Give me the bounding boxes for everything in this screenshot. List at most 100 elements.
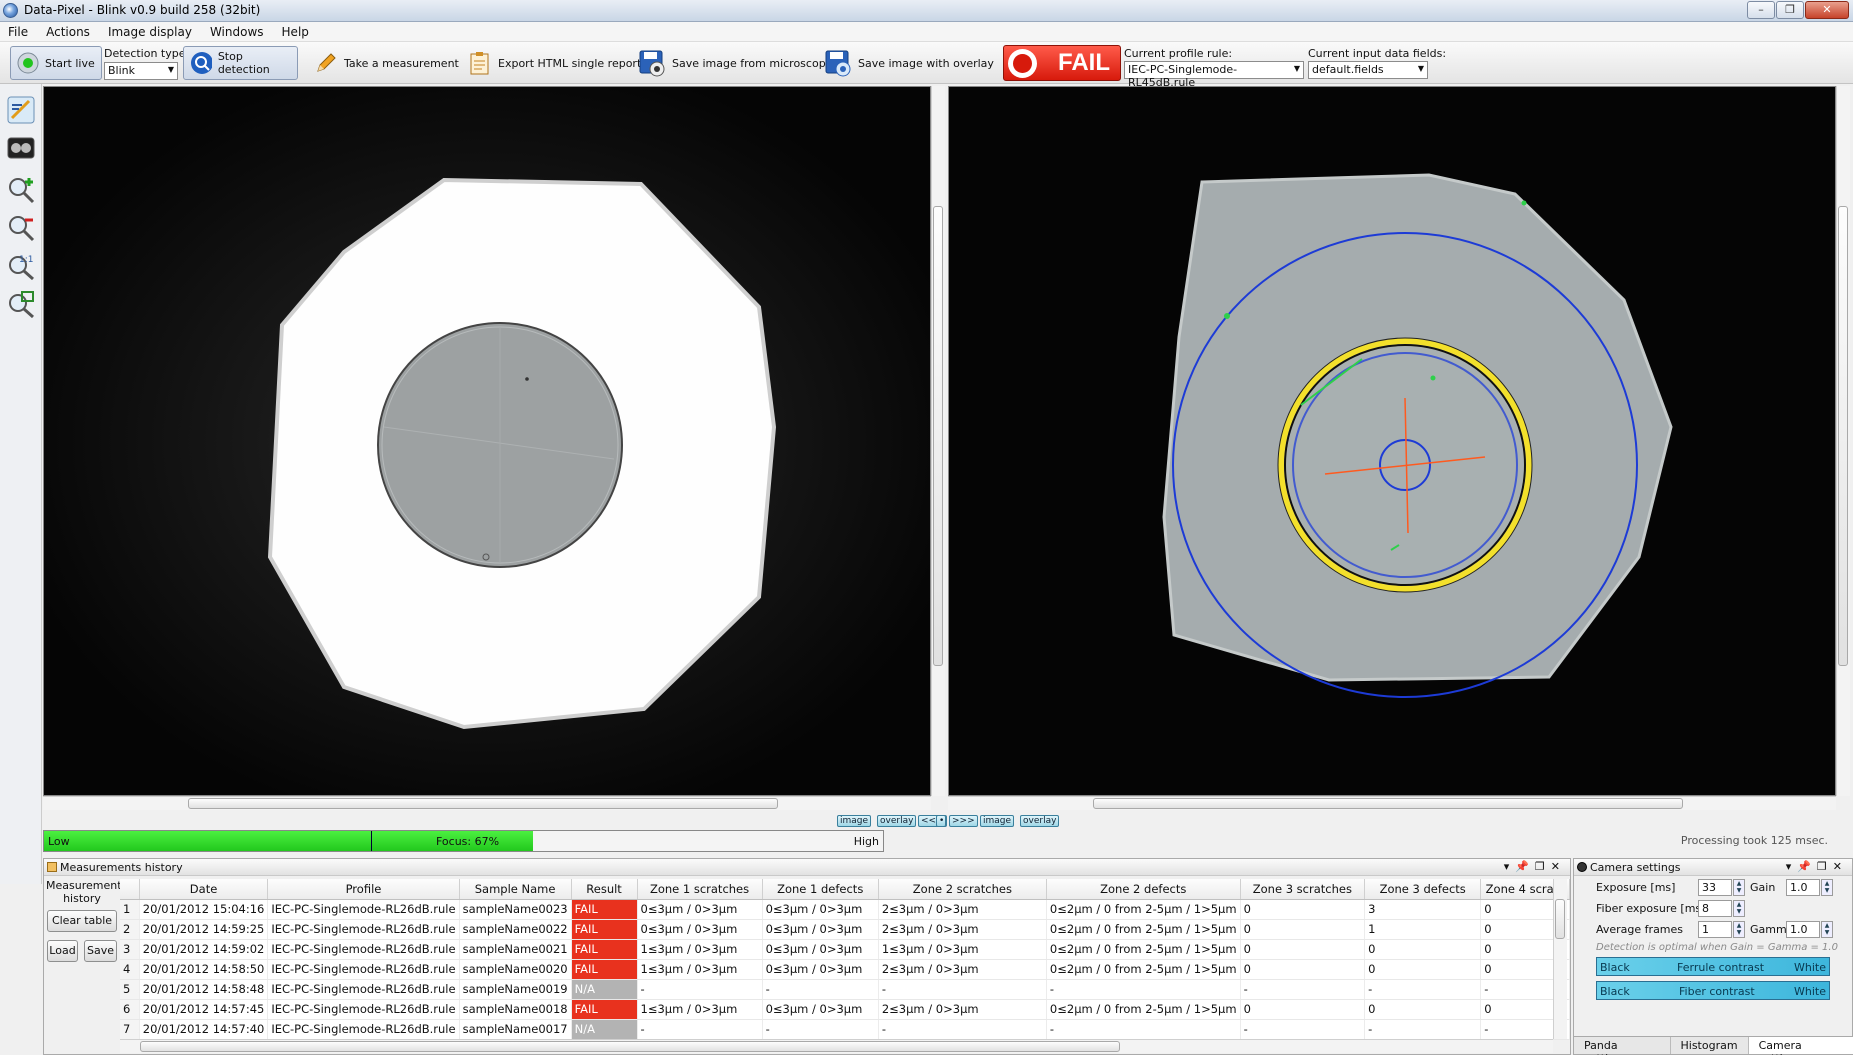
column-header[interactable]: Zone 1 scratches — [637, 879, 763, 900]
menu-file[interactable]: File — [0, 22, 38, 41]
table-cell: - — [762, 979, 879, 1000]
column-header[interactable]: Zone 2 defects — [1046, 879, 1241, 900]
minimize-button[interactable]: – — [1747, 1, 1775, 19]
search-stop-icon — [191, 52, 212, 74]
table-row[interactable]: 5 20/01/2012 14:58:48 IEC-PC-Singlemode-RL… — [120, 979, 1570, 1000]
right-vertical-scrollbar[interactable] — [1836, 86, 1850, 796]
gain-input[interactable]: 1.0 ▲ ▼ — [1786, 879, 1833, 896]
table-row[interactable]: 4 20/01/2012 14:58:50 IEC-PC-Singlemode-RL… — [120, 959, 1570, 980]
overlay-image-panel[interactable] — [948, 86, 1836, 796]
focus-value-label: Focus: 67% — [436, 835, 500, 848]
result-fail-indicator: FAIL — [1003, 45, 1121, 81]
processing-time: Processing took 125 msec. — [1680, 834, 1828, 847]
save-overlay-button[interactable]: Save image with overlay — [824, 46, 994, 80]
table-cell: 2≤3µm / 0>3µm — [878, 999, 1047, 1020]
pane-controls[interactable]: ▾📌❐✕ — [1504, 860, 1566, 873]
result-cell: FAIL — [571, 939, 638, 960]
spinner-arrows-icon[interactable]: ▲ ▼ — [1733, 921, 1745, 938]
pane-controls[interactable]: ▾📌❐✕ — [1786, 860, 1848, 873]
left-vertical-scrollbar[interactable] — [931, 86, 945, 796]
history-table[interactable]: Date Profile Sample Name Result Zone 1 s… — [120, 879, 1570, 1040]
menu-image-display[interactable]: Image display — [100, 22, 202, 41]
left-overlay-toggle[interactable]: overlay — [877, 815, 917, 827]
scroll-thumb[interactable] — [188, 798, 778, 809]
zoom-fit-icon[interactable] — [7, 290, 35, 318]
scroll-thumb[interactable] — [933, 206, 943, 666]
average-frames-input[interactable]: 1 ▲ ▼ — [1698, 921, 1745, 938]
save-microscope-button[interactable]: Save image from microscope — [638, 46, 832, 80]
row-number: 1 — [120, 899, 140, 920]
history-horizontal-scrollbar[interactable] — [120, 1039, 1553, 1053]
start-live-button[interactable]: Start live — [10, 46, 102, 80]
column-header[interactable]: Zone 3 scratches — [1240, 879, 1366, 900]
column-header[interactable]: Zone 3 defects — [1364, 879, 1482, 900]
fiber-exposure-input[interactable]: 8 ▲ ▼ — [1698, 900, 1745, 917]
live-image-panel[interactable] — [43, 86, 931, 796]
toolbar: Start live Detection type: Blink ▼ Stop … — [0, 42, 1853, 89]
scroll-thumb[interactable] — [1838, 206, 1848, 666]
tab-panda-settings[interactable]: Panda settings — [1574, 1037, 1671, 1055]
close-button[interactable]: ✕ — [1805, 1, 1849, 19]
right-overlay-toggle[interactable]: overlay — [1020, 815, 1060, 827]
gamma-input[interactable]: 1.0 ▲ ▼ — [1786, 921, 1833, 938]
left-horizontal-scrollbar[interactable] — [43, 796, 931, 810]
menu-windows[interactable]: Windows — [202, 22, 274, 41]
maximize-button[interactable]: ❐ — [1776, 1, 1804, 19]
table-row[interactable]: 7 20/01/2012 14:57:40 IEC-PC-Singlemode-RL… — [120, 1019, 1570, 1040]
column-header[interactable]: Zone 1 defects — [762, 879, 879, 900]
column-header[interactable]: Sample Name — [459, 879, 572, 900]
column-header[interactable]: Date — [139, 879, 269, 900]
ferrule-contrast-slider[interactable]: Black Ferrule contrast White — [1596, 957, 1830, 976]
stop-detection-button[interactable]: Stop detection — [183, 46, 298, 80]
table-row[interactable]: 2 20/01/2012 14:59:25 IEC-PC-Singlemode-RL… — [120, 919, 1570, 940]
zoom-out-icon[interactable] — [7, 214, 35, 242]
left-image-toggle[interactable]: image — [837, 815, 872, 827]
table-cell: 0≤2µm / 0 from 2-5µm / 1>5µm — [1046, 939, 1241, 960]
table-cell: 0≤3µm / 0>3µm — [762, 939, 879, 960]
result-text: FAIL — [1058, 49, 1110, 76]
next-button[interactable]: >>> — [949, 815, 978, 827]
fiber-contrast-slider[interactable]: Black Fiber contrast White — [1596, 981, 1830, 1000]
zoom-actual-size-icon[interactable]: 1:1 — [7, 252, 35, 280]
scroll-thumb[interactable] — [1555, 899, 1565, 939]
load-button[interactable]: Load — [47, 940, 78, 962]
spinner-arrows-icon[interactable]: ▲ ▼ — [1733, 879, 1745, 896]
input-fields-select[interactable]: default.fields ▼ — [1308, 61, 1428, 79]
focus-marker — [371, 831, 372, 851]
spinner-arrows-icon[interactable]: ▲ ▼ — [1821, 879, 1833, 896]
scroll-thumb[interactable] — [140, 1041, 1120, 1052]
right-image-toggle[interactable]: image — [980, 815, 1015, 827]
save-button[interactable]: Save — [84, 940, 117, 962]
detection-type-select[interactable]: Blink ▼ — [104, 62, 178, 80]
profile-rule-select[interactable]: IEC-PC-Singlemode-RL45dB.rule ▼ — [1124, 61, 1304, 89]
compare-view-icon[interactable] — [7, 134, 35, 162]
table-row[interactable]: 6 20/01/2012 14:57:45 IEC-PC-Singlemode-RL… — [120, 999, 1570, 1020]
tab-camera-settings[interactable]: Camera settings — [1748, 1037, 1853, 1055]
zoom-in-icon[interactable] — [7, 176, 35, 204]
fiber-endface-image — [44, 87, 930, 795]
exposure-input[interactable]: 33 ▲ ▼ — [1698, 879, 1745, 896]
table-cell: 0≤3µm / 0>3µm — [637, 919, 763, 940]
menu-actions[interactable]: Actions — [38, 22, 100, 41]
spinner-arrows-icon[interactable]: ▲ ▼ — [1821, 921, 1833, 938]
right-horizontal-scrollbar[interactable] — [948, 796, 1836, 810]
menu-help[interactable]: Help — [274, 22, 319, 41]
export-report-button[interactable]: Export HTML single report — [468, 46, 641, 80]
center-dot-button[interactable]: • — [936, 815, 946, 827]
take-measurement-button[interactable]: Take a measurement — [314, 46, 459, 80]
take-measurement-label: Take a measurement — [344, 56, 459, 70]
clear-table-button[interactable]: Clear table — [47, 910, 117, 932]
column-header[interactable]: Result — [571, 879, 638, 900]
table-row[interactable]: 1 20/01/2012 15:04:16 IEC-PC-Singlemode-RL… — [120, 899, 1570, 920]
edit-ruler-icon[interactable] — [7, 96, 35, 124]
table-row[interactable]: 3 20/01/2012 14:59:02 IEC-PC-Singlemode-RL… — [120, 939, 1570, 960]
column-header[interactable]: Zone 2 scratches — [878, 879, 1047, 900]
history-vertical-scrollbar[interactable] — [1553, 879, 1567, 1039]
table-cell: 2≤3µm / 0>3µm — [878, 899, 1047, 920]
column-header[interactable] — [120, 879, 140, 900]
tab-histogram[interactable]: Histogram — [1670, 1037, 1749, 1054]
column-header[interactable]: Profile — [267, 879, 460, 900]
scroll-thumb[interactable] — [1093, 798, 1683, 809]
ferrule-contrast-label: Ferrule contrast — [1677, 961, 1765, 974]
spinner-arrows-icon[interactable]: ▲ ▼ — [1733, 900, 1745, 917]
